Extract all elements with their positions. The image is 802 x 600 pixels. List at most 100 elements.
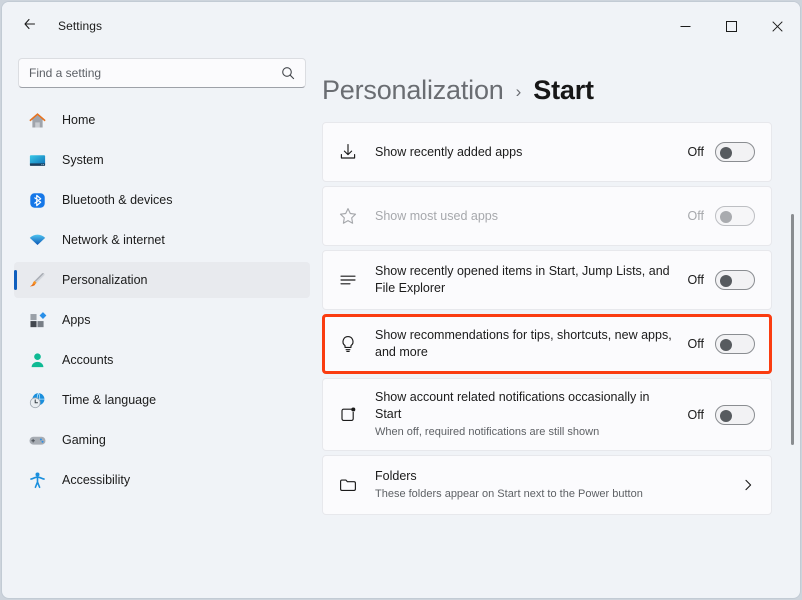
toggle-switch <box>715 206 755 226</box>
sidebar-item-label: Accounts <box>62 353 113 367</box>
notification-badge-icon <box>337 404 359 426</box>
minimize-icon <box>680 21 691 32</box>
search-container <box>2 58 322 88</box>
sidebar-item-label: Accessibility <box>62 473 130 487</box>
setting-title: Show most used apps <box>375 208 674 225</box>
breadcrumb-parent[interactable]: Personalization <box>322 75 504 106</box>
close-button[interactable] <box>754 2 800 50</box>
setting-title: Show recommendations for tips, shortcuts… <box>375 327 674 361</box>
window-body: Home System <box>2 50 800 598</box>
sidebar-item-label: Time & language <box>62 393 156 407</box>
sidebar-item-home[interactable]: Home <box>14 102 310 138</box>
page-title: Start <box>533 75 594 106</box>
sidebar-item-label: Apps <box>62 313 91 327</box>
toggle-switch[interactable] <box>715 142 755 162</box>
app-title: Settings <box>58 19 102 33</box>
toggle-state-label: Off <box>688 337 704 351</box>
account-person-icon <box>26 349 48 371</box>
toggle-switch[interactable] <box>715 334 755 354</box>
chevron-right-icon <box>741 478 755 492</box>
accessibility-person-icon <box>26 469 48 491</box>
setting-title: Show recently opened items in Start, Jum… <box>375 263 674 297</box>
sidebar-item-label: Home <box>62 113 95 127</box>
sidebar-item-label: Network & internet <box>62 233 165 247</box>
scrollbar[interactable] <box>791 50 795 598</box>
star-icon <box>337 205 359 227</box>
setting-text: Show most used apps <box>375 198 674 235</box>
setting-text: Show recommendations for tips, shortcuts… <box>375 317 674 371</box>
setting-text: Show recently opened items in Start, Jum… <box>375 253 674 307</box>
paintbrush-icon <box>26 269 48 291</box>
sidebar-item-time-language[interactable]: Time & language <box>14 382 310 418</box>
setting-row-show-recently-added-apps[interactable]: Show recently added apps Off <box>322 122 772 182</box>
toggle-state-label: Off <box>688 145 704 159</box>
setting-row-show-recommendations[interactable]: Show recommendations for tips, shortcuts… <box>322 314 772 374</box>
sidebar-item-label: System <box>62 153 104 167</box>
close-icon <box>772 21 783 32</box>
setting-title: Show account related notifications occas… <box>375 389 674 423</box>
toggle-state-label: Off <box>688 273 704 287</box>
main-pane: Personalization › Start <box>322 50 800 598</box>
setting-subtitle: When off, required notifications are sti… <box>375 425 674 440</box>
clock-globe-icon <box>26 389 48 411</box>
list-lines-icon <box>337 269 359 291</box>
setting-control: Off <box>688 334 755 354</box>
apps-icon <box>26 309 48 331</box>
setting-title: Folders <box>375 468 727 485</box>
download-arrow-icon <box>337 141 359 163</box>
setting-row-folders[interactable]: Folders These folders appear on Start ne… <box>322 455 772 515</box>
settings-window: Settings <box>1 1 801 599</box>
sidebar-item-bluetooth-devices[interactable]: Bluetooth & devices <box>14 182 310 218</box>
setting-row-show-recently-opened-items[interactable]: Show recently opened items in Start, Jum… <box>322 250 772 310</box>
back-button[interactable] <box>14 10 46 42</box>
sidebar: Home System <box>2 50 322 598</box>
setting-row-show-account-notifications[interactable]: Show account related notifications occas… <box>322 378 772 451</box>
lightbulb-icon <box>337 333 359 355</box>
toggle-switch[interactable] <box>715 270 755 290</box>
sidebar-item-label: Gaming <box>62 433 106 447</box>
setting-control: Off <box>688 270 755 290</box>
home-icon <box>26 109 48 131</box>
toggle-switch[interactable] <box>715 405 755 425</box>
setting-row-show-most-used-apps: Show most used apps Off <box>322 186 772 246</box>
sidebar-item-accounts[interactable]: Accounts <box>14 342 310 378</box>
chevron-right-icon: › <box>516 82 522 102</box>
setting-subtitle: These folders appear on Start next to th… <box>375 487 727 502</box>
setting-control: Off <box>688 405 755 425</box>
system-monitor-icon <box>26 149 48 171</box>
setting-control: Off <box>688 206 755 226</box>
sidebar-item-accessibility[interactable]: Accessibility <box>14 462 310 498</box>
setting-control <box>741 478 755 492</box>
sidebar-item-gaming[interactable]: Gaming <box>14 422 310 458</box>
setting-text: Folders These folders appear on Start ne… <box>375 458 727 512</box>
sidebar-item-label: Personalization <box>62 273 147 287</box>
setting-text: Show account related notifications occas… <box>375 379 674 450</box>
maximize-button[interactable] <box>708 2 754 50</box>
sidebar-nav: Home System <box>2 102 322 598</box>
wifi-icon <box>26 229 48 251</box>
back-arrow-icon <box>22 16 38 37</box>
minimize-button[interactable] <box>662 2 708 50</box>
settings-list: Show recently added apps Off <box>322 122 800 598</box>
sidebar-item-apps[interactable]: Apps <box>14 302 310 338</box>
setting-control: Off <box>688 142 755 162</box>
title-bar: Settings <box>2 2 800 50</box>
search-input[interactable] <box>29 66 275 80</box>
sidebar-item-personalization[interactable]: Personalization <box>14 262 310 298</box>
window-controls <box>662 2 800 50</box>
setting-title: Show recently added apps <box>375 144 674 161</box>
setting-text: Show recently added apps <box>375 134 674 171</box>
scrollbar-thumb[interactable] <box>791 214 794 444</box>
page-header: Personalization › Start <box>322 50 800 122</box>
folder-icon <box>337 474 359 496</box>
maximize-icon <box>726 21 737 32</box>
sidebar-item-label: Bluetooth & devices <box>62 193 173 207</box>
sidebar-item-system[interactable]: System <box>14 142 310 178</box>
toggle-state-label: Off <box>688 408 704 422</box>
search-box[interactable] <box>18 58 306 88</box>
breadcrumb: Personalization › Start <box>322 75 594 106</box>
bluetooth-icon <box>26 189 48 211</box>
sidebar-item-network-internet[interactable]: Network & internet <box>14 222 310 258</box>
search-icon <box>281 66 295 80</box>
toggle-state-label: Off <box>688 209 704 223</box>
